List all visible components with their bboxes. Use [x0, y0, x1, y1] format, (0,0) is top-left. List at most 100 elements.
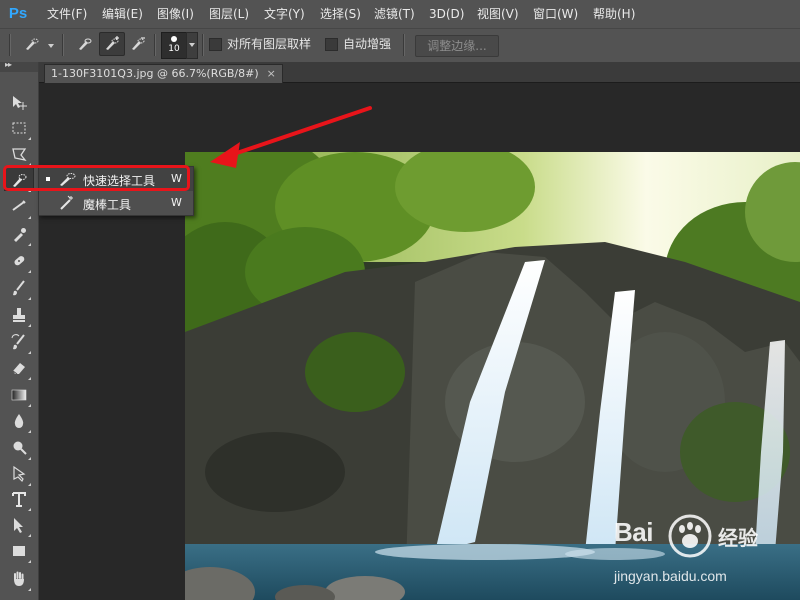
menu-bar: Ps 文件(F) 编辑(E) 图像(I) 图层(L) 文字(Y) 选择(S) 滤…	[0, 0, 800, 28]
subtract-from-selection-button[interactable]	[126, 33, 150, 55]
add-to-selection-button[interactable]	[99, 32, 125, 56]
tool-group-indicator	[28, 297, 31, 300]
eraser-icon	[12, 363, 25, 375]
tool-group-indicator	[28, 483, 31, 486]
sample-all-layers-checkbox[interactable]	[209, 38, 222, 51]
menu-edit[interactable]: 编辑(E)	[102, 0, 143, 28]
menu-layer[interactable]: 图层(L)	[209, 0, 249, 28]
auto-enhance-label: 自动增强	[343, 37, 392, 51]
tool-hand[interactable]	[8, 568, 31, 591]
flyout-item-magic-wand[interactable]: 魔棒工具 W	[39, 191, 193, 215]
crop-icon	[12, 200, 26, 211]
tool-group-indicator	[28, 216, 31, 219]
tool-preset-picker[interactable]	[20, 33, 44, 55]
menu-window[interactable]: 窗口(W)	[533, 0, 578, 28]
tool-group-indicator	[28, 270, 31, 273]
menu-select[interactable]: 选择(S)	[320, 0, 361, 28]
quick-selection-icon	[26, 38, 39, 50]
document-tab[interactable]: 1-130F3101Q3.jpg @ 66.7%(RGB/8#) ×	[44, 64, 283, 83]
menu-3d[interactable]: 3D(D)	[429, 0, 464, 28]
tool-group-indicator	[28, 351, 31, 354]
tool-clone-stamp[interactable]	[8, 304, 31, 327]
brush-size-dropdown[interactable]	[186, 32, 198, 59]
tool-group-indicator	[28, 430, 31, 433]
type-icon	[12, 492, 26, 507]
tool-group-indicator	[28, 137, 31, 140]
options-separator	[403, 34, 405, 56]
chevron-down-icon	[189, 43, 195, 47]
blur-icon	[14, 414, 24, 428]
tool-group-indicator	[28, 588, 31, 591]
healing-brush-icon	[14, 256, 25, 266]
tool-brush[interactable]	[8, 277, 31, 300]
brush-select-subtract-icon	[132, 37, 145, 50]
gradient-icon	[11, 389, 27, 401]
tool-group-indicator	[28, 457, 31, 460]
close-icon[interactable]: ×	[267, 65, 276, 83]
tool-move[interactable]	[8, 91, 30, 113]
tool-rectangle[interactable]	[8, 540, 31, 563]
options-separator	[202, 34, 204, 56]
tool-type[interactable]	[8, 488, 31, 511]
tool-eraser[interactable]	[8, 357, 31, 380]
baidu-watermark: Bai 经验 jingyan.baidu.com	[614, 512, 800, 600]
pen-icon	[13, 465, 26, 483]
tool-group-indicator	[28, 560, 31, 563]
sample-all-layers-label: 对所有图层取样	[227, 37, 312, 51]
clone-stamp-icon	[13, 308, 25, 322]
dodge-icon	[13, 441, 27, 455]
lasso-icon	[12, 148, 27, 161]
annotation-arrow-icon	[210, 106, 372, 168]
baidu-paw-icon	[668, 514, 712, 558]
tool-crop[interactable]	[8, 196, 31, 219]
panel-collapse-grip[interactable]: ▸▸	[0, 60, 38, 72]
auto-enhance-checkbox[interactable]	[325, 38, 338, 51]
history-brush-icon	[11, 334, 25, 350]
new-selection-button[interactable]	[73, 33, 97, 55]
tool-group-indicator	[28, 324, 31, 327]
tool-marquee[interactable]	[8, 117, 31, 140]
tool-healing-brush[interactable]	[8, 250, 31, 273]
tool-eyedropper[interactable]	[8, 223, 31, 246]
tool-path-selection[interactable]	[8, 514, 31, 537]
menu-view[interactable]: 视图(V)	[477, 0, 519, 28]
tool-group-indicator	[28, 377, 31, 380]
document-tab-title: 1-130F3101Q3.jpg @ 66.7%(RGB/8#)	[51, 67, 259, 80]
chevron-down-icon[interactable]	[48, 44, 54, 48]
double-chevron-icon: ▸▸	[5, 60, 12, 69]
brush-select-add-icon	[106, 36, 119, 50]
brush-size-picker[interactable]: 10	[161, 32, 187, 59]
options-separator	[154, 34, 156, 56]
tool-blur[interactable]	[8, 410, 31, 433]
flyout-item-shortcut: W	[171, 196, 182, 209]
hand-icon	[14, 571, 24, 586]
refine-edge-button[interactable]: 调整边缘...	[415, 35, 499, 57]
watermark-brand: Bai	[614, 517, 653, 547]
brush-tip-icon	[171, 36, 177, 42]
tool-pen[interactable]	[8, 463, 31, 486]
document-tab-strip: 1-130F3101Q3.jpg @ 66.7%(RGB/8#) ×	[39, 62, 800, 83]
tool-dodge[interactable]	[8, 437, 31, 460]
annotation-highlight-box	[3, 165, 190, 191]
menu-filter[interactable]: 滤镜(T)	[374, 0, 415, 28]
marquee-icon	[12, 122, 26, 134]
magic-wand-icon	[60, 195, 73, 210]
tool-group-indicator	[28, 508, 31, 511]
eyedropper-icon	[14, 228, 26, 242]
tool-group-indicator	[28, 534, 31, 537]
menu-type[interactable]: 文字(Y)	[264, 0, 305, 28]
tool-history-brush[interactable]	[8, 331, 31, 354]
brush-size-value: 10	[168, 44, 180, 54]
options-grip	[9, 34, 11, 56]
flyout-item-label: 魔棒工具	[83, 198, 132, 212]
menu-image[interactable]: 图像(I)	[157, 0, 194, 28]
watermark-url: jingyan.baidu.com	[614, 568, 727, 584]
menu-file[interactable]: 文件(F)	[47, 0, 87, 28]
watermark-suffix: 经验	[718, 526, 758, 550]
app-logo: Ps	[8, 5, 28, 22]
move-icon	[13, 96, 27, 110]
tool-lasso[interactable]	[8, 143, 31, 166]
tool-gradient[interactable]	[8, 384, 31, 407]
menu-help[interactable]: 帮助(H)	[593, 0, 635, 28]
options-separator	[62, 34, 64, 56]
